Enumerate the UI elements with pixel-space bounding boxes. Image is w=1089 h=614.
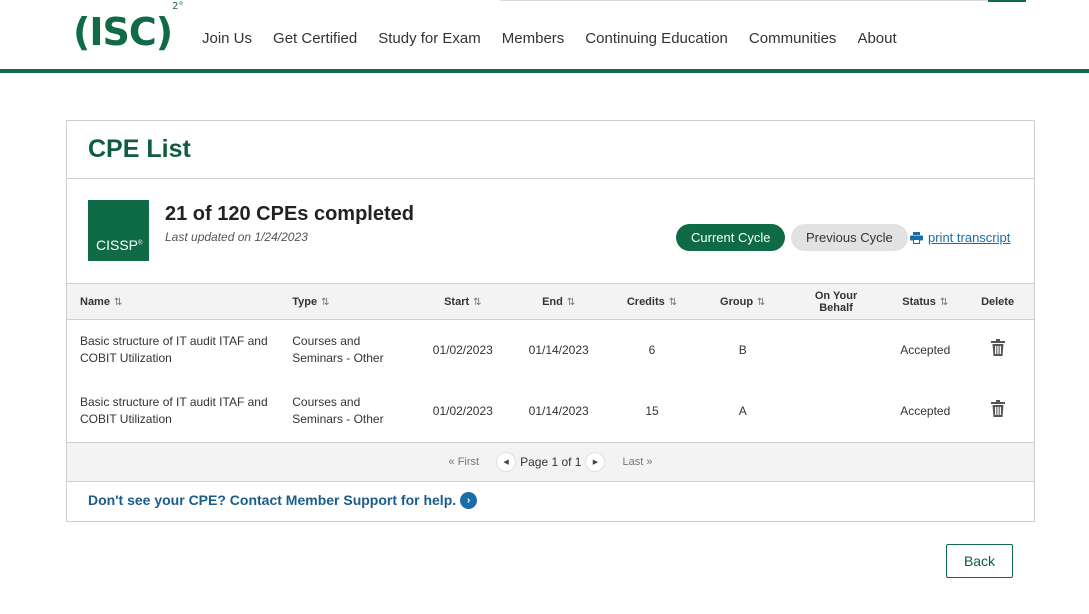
cissp-badge: CISSP® [88,200,149,261]
col-on-your-behalf: On Your Behalf [814,289,858,314]
chevron-right-icon: › [460,491,478,509]
col-group[interactable]: Group ⇅ [703,284,783,320]
top-accent [988,0,1026,2]
sort-icon: ⇅ [668,296,678,308]
col-end[interactable]: End ⇅ [516,284,601,320]
main-nav: Join Us Get Certified Study for Exam Mem… [192,30,918,47]
first-page-link[interactable]: « First [449,456,480,468]
sort-icon: ⇅ [939,296,949,308]
previous-cycle-button[interactable]: Previous Cycle [791,224,908,251]
cell-credits: 6 [648,342,656,357]
trash-icon[interactable] [990,339,1005,361]
last-updated: Last updated on 1/24/2023 [165,230,308,244]
col-delete: Delete [981,295,1015,308]
cell-delete [961,320,1034,381]
cell-on-behalf [783,381,890,442]
isc2-logo[interactable]: (ISC)2° [73,1,184,54]
cpe-summary: CISSP® 21 of 120 CPEs completed Last upd… [67,179,1034,283]
table-row: Basic structure of IT audit ITAF and COB… [67,320,1034,381]
pagination: « First ◀ Page 1 of 1 ▶ Last » [67,441,1034,482]
current-cycle-button[interactable]: Current Cycle [676,224,786,251]
col-credits[interactable]: Credits ⇅ [601,284,703,320]
page-title: CPE List [67,121,1034,179]
cpe-list-card: CPE List CISSP® 21 of 120 CPEs completed… [66,120,1035,522]
sort-icon: ⇅ [566,296,576,308]
back-button[interactable]: Back [946,544,1013,578]
col-name[interactable]: Name ⇅ [67,284,278,320]
page-indicator: Page 1 of 1 [520,454,582,469]
cell-name: Basic structure of IT audit ITAF and COB… [80,334,268,366]
cell-end: 01/14/2023 [528,342,589,357]
nav-get-certified[interactable]: Get Certified [273,30,357,47]
cell-name: Basic structure of IT audit ITAF and COB… [80,395,268,426]
nav-study-for-exam[interactable]: Study for Exam [378,30,481,47]
table-row: Basic structure of IT audit ITAF and COB… [67,381,1034,442]
nav-members[interactable]: Members [502,30,565,47]
last-page-link[interactable]: Last » [622,456,652,468]
printer-icon [910,231,923,244]
cell-type: Courses and Seminars - Other [292,395,384,426]
top-divider [500,0,988,1]
sort-icon: ⇅ [321,296,330,308]
sort-icon: ⇅ [757,296,766,308]
col-type[interactable]: Type ⇅ [278,284,409,320]
sort-icon: ⇅ [113,296,123,308]
print-transcript-link[interactable]: print transcript [910,230,1010,245]
cell-start: 01/02/2023 [432,342,493,357]
nav-join-us[interactable]: Join Us [202,30,252,47]
table-header-row: Name ⇅ Type ⇅ Start ⇅ End ⇅ Credits ⇅ Group ⇅ … [67,283,1034,320]
cell-end: 01/14/2023 [528,403,589,418]
sort-icon: ⇅ [473,296,482,308]
cell-credits: 15 [645,403,659,418]
prev-page-icon[interactable]: ◀ [496,451,517,472]
cell-group: B [738,342,747,357]
col-status[interactable]: Status ⇅ [889,284,961,320]
cell-start: 01/02/2023 [432,403,493,418]
cell-status: Accepted [900,403,951,418]
cell-on-behalf [783,320,890,381]
cpe-count: 21 of 120 CPEs completed [165,203,414,225]
next-page-icon[interactable]: ▶ [585,451,606,472]
col-start[interactable]: Start ⇅ [409,284,516,320]
nav-communities[interactable]: Communities [749,30,837,47]
site-header: (ISC)2° Join Us Get Certified Study for … [0,0,1089,73]
cell-status: Accepted [900,342,951,357]
cell-delete [961,381,1034,442]
nav-about[interactable]: About [857,30,896,47]
member-support-link[interactable]: Don't see your CPE? Contact Member Suppo… [67,482,1034,509]
nav-continuing-education[interactable]: Continuing Education [585,30,728,47]
trash-icon[interactable] [990,400,1005,422]
cell-type: Courses and Seminars - Other [292,334,384,366]
cpe-table: Name ⇅ Type ⇅ Start ⇅ End ⇅ Credits ⇅ Group ⇅ … [67,283,1034,442]
cell-group: A [738,403,747,418]
